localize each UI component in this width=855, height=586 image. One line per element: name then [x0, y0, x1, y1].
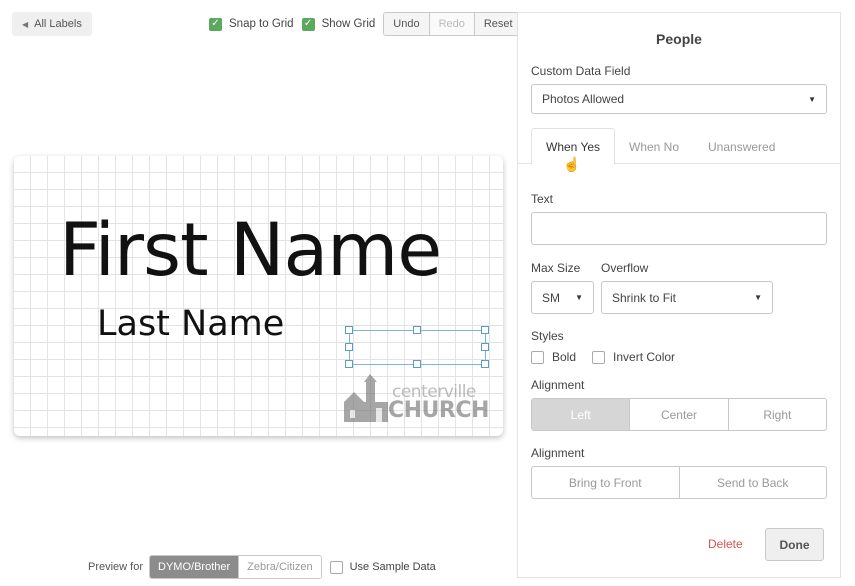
align-right-button[interactable]: Right: [729, 399, 826, 430]
styles-label: Styles: [531, 329, 564, 343]
overflow-select[interactable]: Shrink to Fit ▼: [601, 281, 773, 314]
undo-button[interactable]: Undo: [384, 13, 430, 35]
redo-button[interactable]: Redo: [429, 13, 475, 35]
show-grid-label: Show Grid: [321, 18, 376, 30]
printer-option-dymo[interactable]: DYMO/Brother: [150, 556, 239, 578]
panel-title: People: [656, 31, 702, 47]
properties-panel: People Custom Data Field Photos Allowed …: [517, 12, 841, 578]
printer-selector: DYMO/Brother Zebra/Citizen: [149, 555, 322, 579]
last-name-field[interactable]: Last Name: [97, 304, 284, 344]
resize-handle[interactable]: [413, 326, 421, 334]
bring-to-front-button[interactable]: Bring to Front: [532, 467, 680, 498]
reset-button[interactable]: Reset: [474, 13, 522, 35]
alignment-buttons: Left Center Right: [531, 398, 827, 431]
tab-when-no[interactable]: When No: [629, 128, 679, 165]
overflow-value: Shrink to Fit: [612, 290, 677, 305]
layer-label: Alignment: [531, 446, 585, 460]
label-editor: ◀ All Labels ✓ Snap to Grid ✓ Show Grid …: [0, 0, 855, 586]
overflow-label: Overflow: [601, 261, 649, 275]
logo-text-bottom: CHURCH: [388, 398, 489, 423]
caret-down-icon: ▼: [575, 293, 583, 302]
custom-field-select[interactable]: Photos Allowed ▼: [531, 84, 827, 114]
use-sample-data-toggle[interactable]: Use Sample Data: [329, 560, 436, 574]
bold-checkbox[interactable]: [531, 350, 544, 364]
label-canvas[interactable]: First Name Last Name centerville CHURCH: [14, 156, 503, 436]
show-grid-toggle[interactable]: ✓ Show Grid: [301, 17, 376, 31]
checkmark-icon: ✓: [209, 17, 222, 31]
caret-down-icon: ▼: [808, 94, 816, 104]
caret-down-icon: ▼: [754, 293, 762, 302]
styles-options: Bold Invert Color: [531, 350, 675, 364]
preview-for-label: Preview for: [88, 561, 144, 573]
text-label: Text: [531, 192, 554, 206]
checkmark-icon: ✓: [301, 17, 315, 31]
all-labels-button[interactable]: ◀ All Labels: [12, 12, 92, 36]
invert-color-checkbox[interactable]: [592, 350, 606, 364]
layer-buttons: Bring to Front Send to Back: [531, 466, 827, 499]
preview-bar: Preview for DYMO/Brother Zebra/Citizen U…: [88, 555, 436, 579]
resize-handle[interactable]: [345, 343, 353, 351]
max-size-select[interactable]: SM ▼: [531, 281, 594, 314]
checkbox-icon: [329, 560, 343, 574]
resize-handle[interactable]: [481, 343, 489, 351]
resize-handle[interactable]: [345, 360, 353, 368]
alignment-label: Alignment: [531, 378, 585, 392]
use-sample-data-label: Use Sample Data: [349, 561, 436, 573]
history-buttons: Undo Redo Reset: [383, 12, 523, 36]
first-name-field[interactable]: First Name: [59, 208, 442, 293]
resize-handle[interactable]: [413, 360, 421, 368]
custom-field-label: Custom Data Field: [531, 64, 631, 78]
align-left-button[interactable]: Left: [532, 399, 631, 430]
church-logo[interactable]: centerville CHURCH: [344, 374, 489, 424]
align-center-button[interactable]: Center: [630, 399, 729, 430]
delete-button[interactable]: Delete: [708, 537, 743, 551]
toolbar: ✓ Snap to Grid ✓ Show Grid Undo Redo Res…: [209, 12, 523, 36]
max-size-label: Max Size: [531, 261, 581, 275]
done-button[interactable]: Done: [765, 528, 824, 561]
send-to-back-button[interactable]: Send to Back: [680, 467, 827, 498]
snap-to-grid-toggle[interactable]: ✓ Snap to Grid: [209, 17, 294, 31]
invert-color-label: Invert Color: [613, 350, 676, 364]
tab-unanswered[interactable]: Unanswered: [708, 128, 775, 165]
text-input[interactable]: [531, 212, 827, 245]
printer-option-zebra[interactable]: Zebra/Citizen: [238, 556, 321, 578]
resize-handle[interactable]: [481, 360, 489, 368]
bold-label: Bold: [552, 350, 577, 364]
snap-to-grid-label: Snap to Grid: [229, 18, 294, 30]
church-building-icon: [344, 374, 388, 422]
chevron-left-icon: ◀: [22, 19, 29, 29]
all-labels-label: All Labels: [34, 18, 82, 30]
resize-handle[interactable]: [345, 326, 353, 334]
custom-field-value: Photos Allowed: [542, 92, 625, 106]
hand-cursor-icon: ☝: [563, 156, 581, 172]
resize-handle[interactable]: [481, 326, 489, 334]
max-size-value: SM: [542, 290, 560, 305]
